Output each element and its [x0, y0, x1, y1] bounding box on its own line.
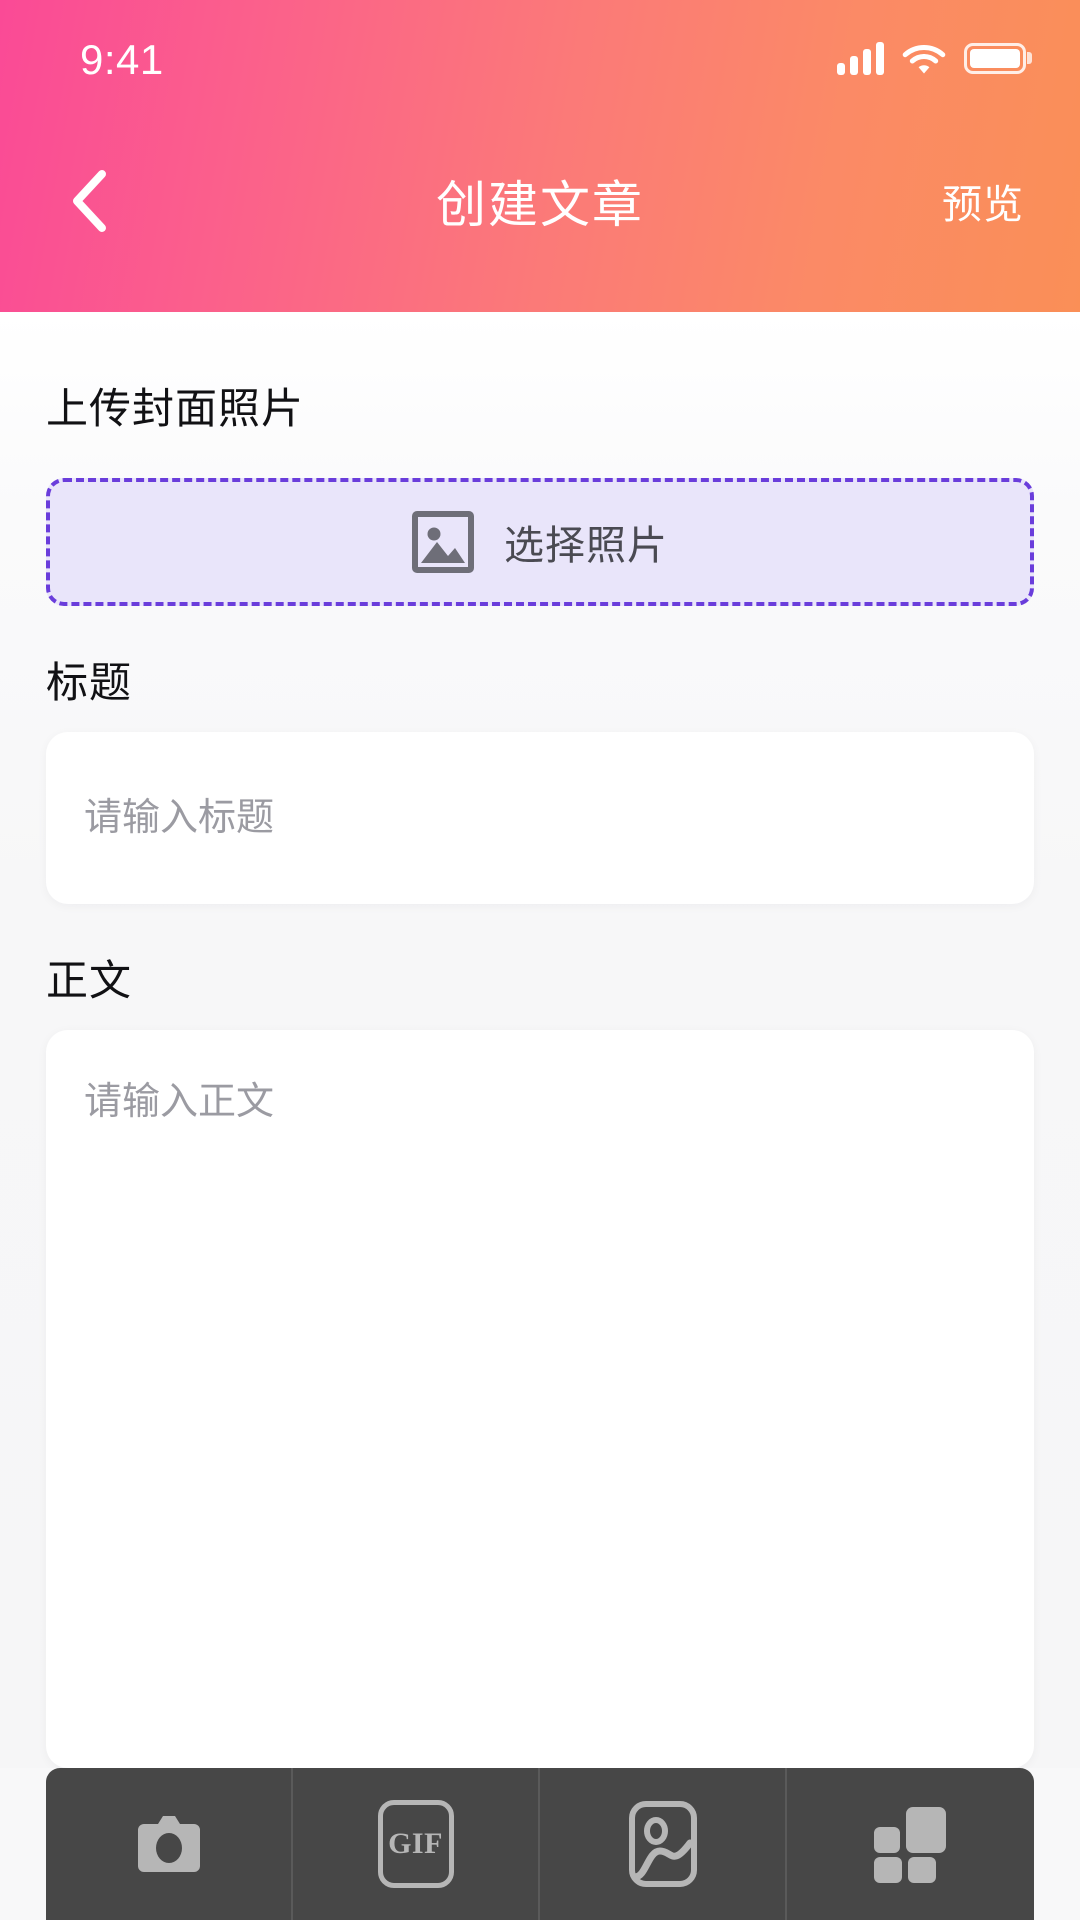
blocks-grid-icon [872, 1805, 950, 1883]
header: 9:41 创建文章 预览 [0, 0, 1080, 312]
status-bar-time: 9:41 [80, 36, 164, 83]
gif-icon: GIF [377, 1800, 454, 1888]
toolbar-widgets-button[interactable] [787, 1768, 1034, 1920]
title-field-label: 标题 [46, 659, 133, 706]
camera-icon [132, 1810, 206, 1878]
photo-icon [626, 1799, 700, 1889]
back-button[interactable] [50, 163, 126, 239]
chevron-left-icon [66, 168, 110, 234]
app-screen: 9:41 创建文章 预览 上传封面照片 选择照片 标题 请输入标题 正文 请输入… [0, 0, 1080, 1920]
toolbar-gif-button[interactable]: GIF [293, 1768, 540, 1920]
preview-button[interactable]: 预览 [942, 172, 1024, 230]
status-bar-icons [837, 41, 1026, 75]
body-textarea-card[interactable] [46, 1030, 1034, 1768]
toolbar-camera-button[interactable] [46, 1768, 293, 1920]
choose-photo-button[interactable]: 选择照片 [46, 478, 1034, 606]
nav-bar: 创建文章 预览 [0, 116, 1080, 312]
cellular-signal-icon [837, 41, 884, 75]
battery-fill [970, 48, 1020, 68]
wifi-icon [902, 41, 946, 75]
editor-toolbar: GIF [46, 1768, 1034, 1920]
page-title: 创建文章 [436, 177, 644, 233]
image-placeholder-icon [412, 511, 474, 573]
cover-section-label: 上传封面照片 [46, 385, 305, 432]
title-input-card[interactable] [46, 732, 1034, 904]
title-input[interactable] [84, 796, 996, 840]
choose-photo-label: 选择照片 [504, 524, 668, 568]
battery-full-icon [964, 42, 1026, 74]
form-content: 上传封面照片 选择照片 标题 正文 [0, 312, 1080, 1768]
body-field-label: 正文 [46, 957, 133, 1004]
toolbar-image-button[interactable] [540, 1768, 787, 1920]
status-bar: 9:41 [0, 0, 1080, 116]
body-textarea[interactable] [84, 1074, 996, 1724]
